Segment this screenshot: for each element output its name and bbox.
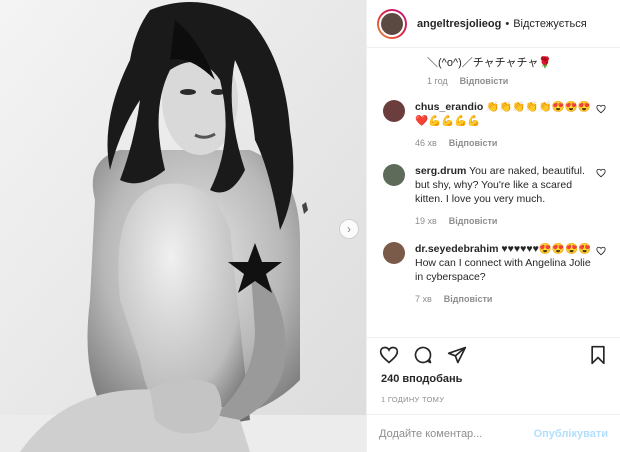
follow-status-button[interactable]: Відстежується bbox=[513, 18, 586, 30]
publish-comment-button[interactable]: Опублікувати bbox=[534, 428, 608, 440]
comment-icon[interactable] bbox=[413, 345, 433, 365]
caption-reply-button[interactable]: Відповісти bbox=[460, 76, 509, 86]
commenter-avatar[interactable] bbox=[383, 242, 405, 264]
comment-like-heart-icon[interactable] bbox=[596, 246, 606, 256]
comment-input[interactable] bbox=[379, 427, 534, 440]
comment-time: 46 хв bbox=[415, 138, 437, 148]
header-separator: • bbox=[505, 17, 510, 30]
comment-reply-button[interactable]: Відповісти bbox=[444, 292, 493, 306]
chevron-right-icon: › bbox=[347, 222, 351, 236]
comment-reply-button[interactable]: Відповісти bbox=[449, 214, 498, 228]
bookmark-icon[interactable] bbox=[588, 345, 608, 365]
author-avatar[interactable] bbox=[377, 8, 407, 39]
author-username[interactable]: angeltresjolieog bbox=[417, 18, 501, 30]
comment-like-heart-icon[interactable] bbox=[596, 104, 606, 114]
comment-time: 19 хв bbox=[415, 216, 437, 226]
comment-like-heart-icon[interactable] bbox=[596, 168, 606, 178]
commenter-username[interactable]: dr.seyedebrahim bbox=[415, 243, 498, 255]
comment-reply-button[interactable]: Відповісти bbox=[449, 136, 498, 150]
post-modal: › angeltresjolieog • Відстежується ＼(^o^… bbox=[0, 0, 620, 452]
comments-list[interactable]: ＼(^o^)／チャチャチャ🌹 1 год Відповісти chus_era… bbox=[367, 48, 620, 337]
likes-count[interactable]: 240 вподобань bbox=[367, 373, 620, 385]
share-icon[interactable] bbox=[447, 345, 467, 365]
next-photo-button[interactable]: › bbox=[339, 219, 359, 239]
caption-meta: 1 год Відповісти bbox=[381, 76, 606, 86]
commenter-username[interactable]: serg.drum bbox=[415, 165, 466, 177]
comment-item: serg.drum You are naked, beautiful. but … bbox=[381, 164, 606, 228]
photo-image bbox=[0, 0, 366, 452]
post-photo[interactable]: › bbox=[0, 0, 366, 452]
comment-item: chus_erandio 👏👏👏👏👏😍😍😍❤️💪💪💪💪 46 хв Відпов… bbox=[381, 100, 606, 150]
heart-icon[interactable] bbox=[379, 345, 399, 365]
comment-text: chus_erandio 👏👏👏👏👏😍😍😍❤️💪💪💪💪 bbox=[415, 100, 601, 128]
post-header: angeltresjolieog • Відстежується bbox=[367, 0, 620, 48]
post-sidebar: angeltresjolieog • Відстежується ＼(^o^)／… bbox=[366, 0, 620, 452]
comment-item: dr.seyedebrahim ♥♥♥♥♥♥😍😍😍😍How can I conn… bbox=[381, 242, 606, 306]
caption-time: 1 год bbox=[427, 76, 448, 86]
commenter-avatar[interactable] bbox=[383, 164, 405, 186]
comment-text: serg.drum You are naked, beautiful. but … bbox=[415, 164, 601, 206]
commenter-username[interactable]: chus_erandio bbox=[415, 101, 483, 113]
post-actions bbox=[367, 337, 620, 371]
post-timestamp: 1 ГОДИНУ ТОМУ bbox=[381, 395, 445, 404]
add-comment-bar: Опублікувати bbox=[367, 414, 620, 452]
comment-time: 7 хв bbox=[415, 294, 432, 304]
caption-tail-text: ＼(^o^)／チャチャチャ🌹 bbox=[427, 57, 553, 69]
commenter-avatar[interactable] bbox=[383, 100, 405, 122]
comment-text: dr.seyedebrahim ♥♥♥♥♥♥😍😍😍😍How can I conn… bbox=[415, 242, 601, 284]
